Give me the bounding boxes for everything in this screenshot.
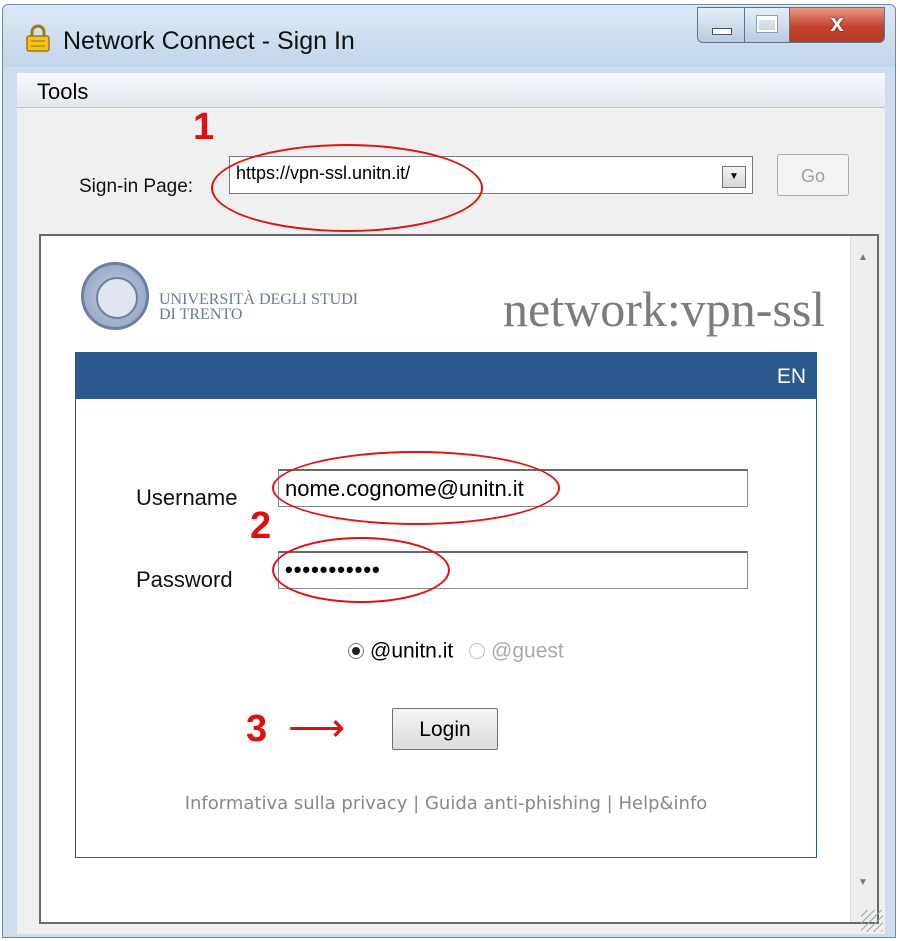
annotation-ellipse-username bbox=[272, 451, 560, 525]
vertical-scrollbar[interactable]: ▲ ▼ bbox=[850, 236, 877, 922]
minimize-button[interactable] bbox=[697, 7, 745, 43]
annotation-step-1: 1 bbox=[193, 106, 215, 148]
network-connect-window: Network Connect - Sign In x Tools Sign-i… bbox=[2, 4, 896, 938]
scroll-up-icon[interactable]: ▲ bbox=[858, 252, 868, 263]
annotation-arrow-icon: ⟶ bbox=[288, 706, 346, 750]
annotation-ellipse-url bbox=[211, 144, 483, 232]
lock-icon bbox=[26, 24, 50, 52]
annotation-step-3: 3 bbox=[246, 708, 268, 750]
university-seal-icon bbox=[81, 262, 149, 330]
maximize-button[interactable] bbox=[744, 7, 790, 43]
embedded-browser: UNIVERSITÀ DEGLI STUDI DI TRENTO network… bbox=[39, 234, 879, 924]
signin-page-label: Sign-in Page: bbox=[79, 176, 194, 197]
dropdown-arrow-icon[interactable]: ▼ bbox=[722, 166, 746, 188]
realm-radio-guest[interactable] bbox=[469, 643, 486, 660]
annotation-ellipse-password bbox=[272, 537, 450, 603]
window-content: Sign-in Page: https://vpn-ssl.unitn.it/ … bbox=[17, 106, 885, 934]
realm-radio-unitn[interactable] bbox=[348, 643, 364, 660]
title-bar[interactable]: Network Connect - Sign In x bbox=[3, 5, 895, 67]
minimize-icon bbox=[712, 28, 732, 35]
realm-label-guest[interactable]: @guest bbox=[491, 639, 564, 662]
password-label: Password bbox=[136, 567, 233, 592]
username-label: Username bbox=[136, 485, 238, 510]
login-panel-header: EN bbox=[76, 353, 816, 399]
scroll-down-icon[interactable]: ▼ bbox=[858, 877, 868, 888]
go-button[interactable]: Go bbox=[777, 154, 849, 196]
university-name-line1: UNIVERSITÀ DEGLI STUDI bbox=[159, 291, 359, 308]
menu-bar: Tools bbox=[17, 73, 885, 108]
login-panel: EN Username nome.cognome@unitn.it Passwo… bbox=[75, 352, 817, 858]
window-title: Network Connect - Sign In bbox=[63, 27, 355, 55]
footer-links[interactable]: Informativa sulla privacy | Guida anti-p… bbox=[76, 793, 816, 814]
close-icon: x bbox=[830, 10, 844, 37]
resize-grip-icon[interactable] bbox=[861, 910, 883, 932]
university-name: UNIVERSITÀ DEGLI STUDI DI TRENTO bbox=[159, 291, 359, 323]
realm-label-unitn[interactable]: @unitn.it bbox=[370, 639, 453, 662]
maximize-icon bbox=[756, 15, 778, 33]
university-name-line2: DI TRENTO bbox=[159, 306, 243, 323]
annotation-step-2: 2 bbox=[250, 505, 272, 547]
language-link[interactable]: EN bbox=[777, 365, 806, 389]
portal-site-title: network:vpn-ssl bbox=[503, 281, 826, 337]
realm-selector: @unitn.it @guest bbox=[348, 639, 564, 663]
login-button[interactable]: Login bbox=[392, 708, 498, 750]
menu-tools[interactable]: Tools bbox=[37, 79, 88, 105]
close-button[interactable]: x bbox=[789, 7, 885, 43]
